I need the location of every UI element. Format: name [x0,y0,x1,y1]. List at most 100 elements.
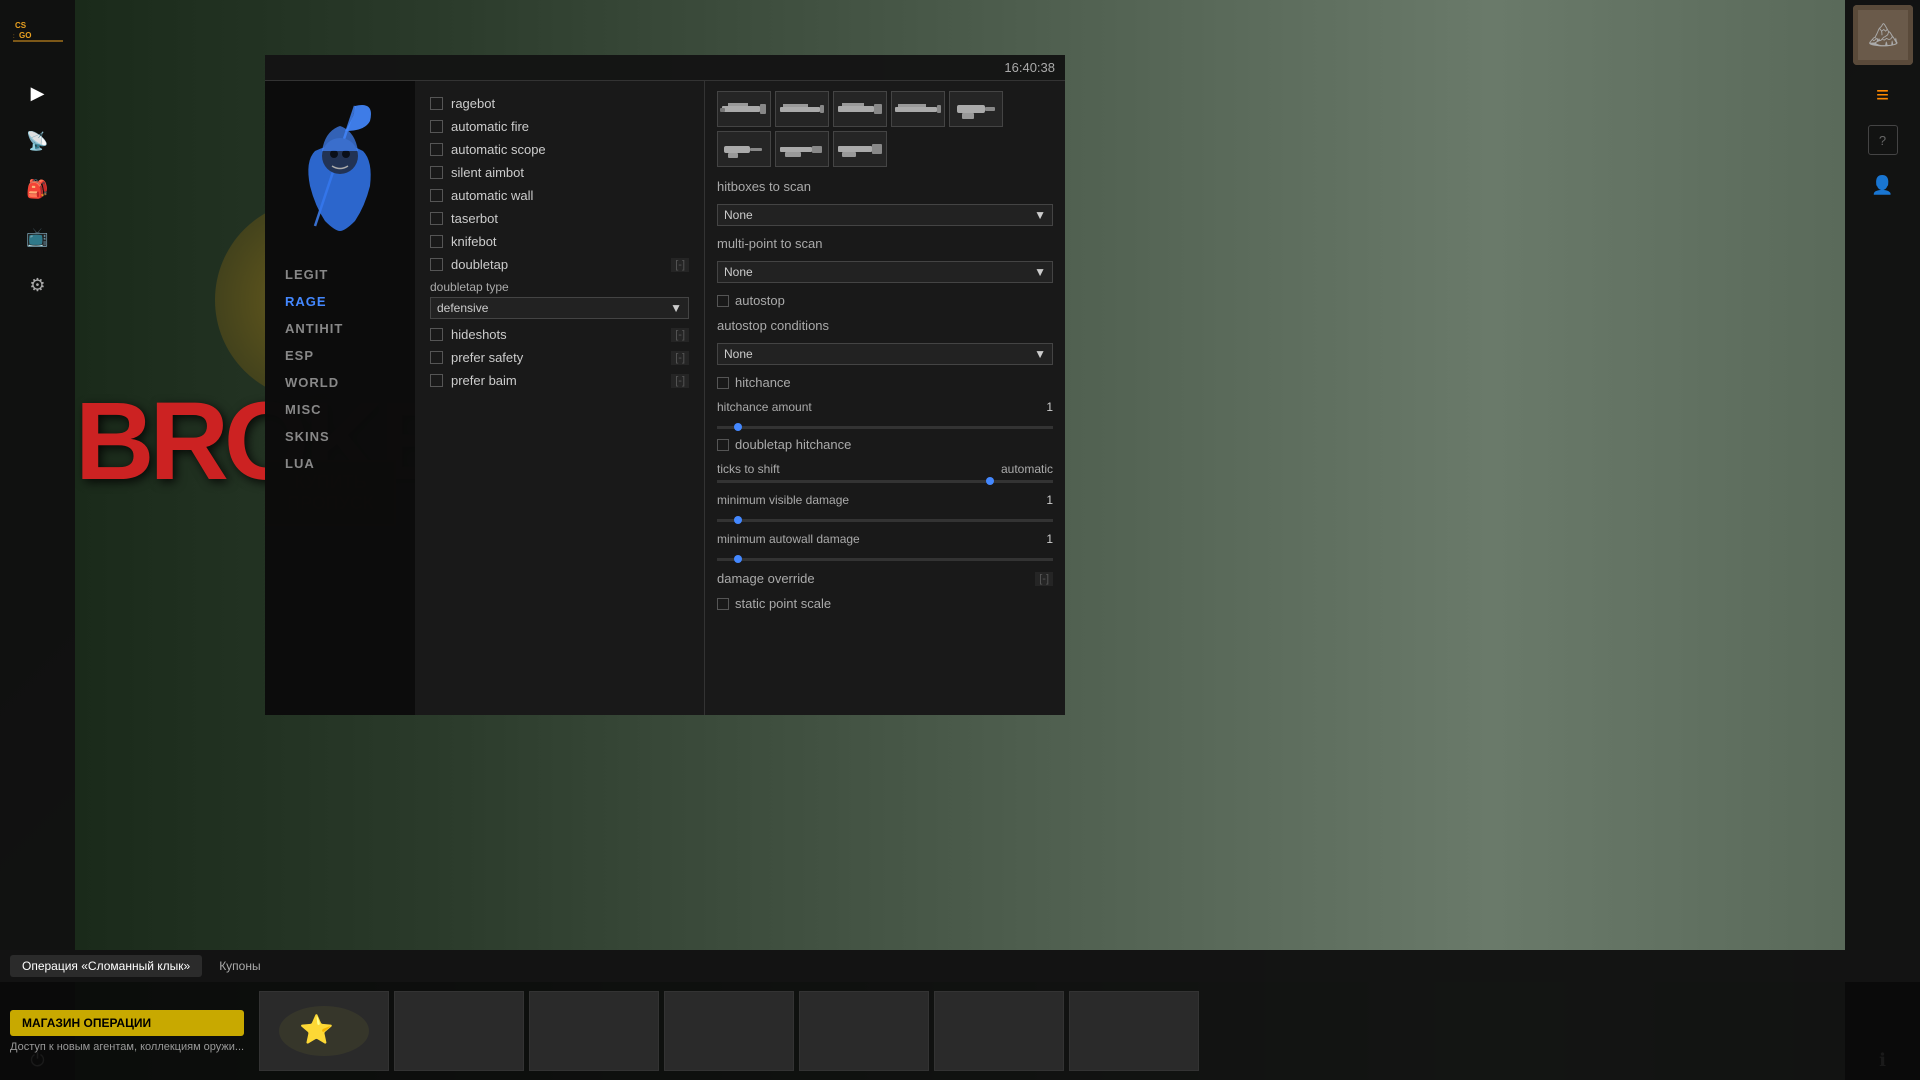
avatar[interactable]: 🏔 [1853,5,1913,65]
svg-text:CS: CS [15,21,27,30]
doubletap-type-select[interactable]: defensive ▼ [430,297,689,319]
ticks-shift-slider[interactable] [717,480,1053,483]
panel-body: LEGIT RAGE ANTIHIT ESP WORLD MISC SKINS … [265,81,1065,715]
weapon-icon-rifle4[interactable] [891,91,945,127]
auto-wall-checkbox[interactable] [430,189,443,202]
weapon-icons-row [717,91,1053,167]
multipoint-scan-dropdown[interactable]: None ▼ [717,261,1053,283]
bottom-content: МАГАЗИН ОПЕРАЦИИ Доступ к новым агентам,… [0,982,1920,1080]
min-aw-slider-thumb[interactable] [734,555,742,563]
min-vis-slider-thumb[interactable] [734,516,742,524]
multipoint-scan-row: multi-point to scan [717,236,1053,251]
bottom-tab-operation[interactable]: Операция «Сломанный клык» [10,955,202,977]
help-icon[interactable]: ? [1868,125,1898,155]
static-point-checkbox[interactable] [717,598,729,610]
hitboxes-scan-label: hitboxes to scan [717,179,1053,194]
weapon-icon-smg1[interactable] [775,131,829,167]
bottom-tab-coupons[interactable]: Купоны [207,955,272,977]
nav-legit[interactable]: LEGIT [275,261,405,288]
tv-icon[interactable]: 📺 [18,217,58,257]
autostop-checkbox[interactable] [717,295,729,307]
knifebot-checkbox[interactable] [430,235,443,248]
ragebot-checkbox[interactable] [430,97,443,110]
bottom-preview-6[interactable] [934,991,1064,1071]
nav-antihit[interactable]: ANTIHIT [275,315,405,342]
weapon-icon-rifle3[interactable] [833,91,887,127]
knifebot-option: knifebot [430,234,689,249]
doubletap-hitchance-row: doubletap hitchance [717,437,1053,452]
nav-world[interactable]: WORLD [275,369,405,396]
min-autowall-damage-label: minimum autowall damage [717,532,1015,546]
weapon-icon-rifle2[interactable] [775,91,829,127]
bottom-preview-5[interactable] [799,991,929,1071]
nav-menu: LEGIT RAGE ANTIHIT ESP WORLD MISC SKINS … [275,261,405,477]
static-point-label: static point scale [735,596,1053,611]
settings-icon[interactable]: ⚙ [18,265,58,305]
min-autowall-damage-slider[interactable] [717,558,1053,561]
weapon-icon-rifle1[interactable] [717,91,771,127]
bottom-tabs: Операция «Сломанный клык» Купоны [0,950,1920,982]
nav-skins[interactable]: SKINS [275,423,405,450]
doubletap-checkbox[interactable] [430,258,443,271]
rank-icon[interactable]: ≡ [1863,75,1903,115]
ticks-slider-thumb[interactable] [986,477,994,485]
profile-icon[interactable]: 👤 [1863,165,1903,205]
nav-rage[interactable]: RAGE [275,288,405,315]
min-visible-damage-slider[interactable] [717,519,1053,522]
prefer-safety-label: prefer safety [451,350,663,365]
silent-aimbot-checkbox[interactable] [430,166,443,179]
taserbot-label: taserbot [451,211,689,226]
hitchance-checkbox[interactable] [717,377,729,389]
prefer-safety-checkbox[interactable] [430,351,443,364]
bottom-preview-1[interactable]: ⭐ [259,991,389,1071]
antenna-icon[interactable]: 📡 [18,121,58,161]
hideshots-hotkey[interactable]: [-] [671,328,689,342]
auto-fire-checkbox[interactable] [430,120,443,133]
hideshots-option: hideshots [-] [430,327,689,342]
ticks-shift-value: automatic [1001,462,1053,476]
bottom-preview-2[interactable] [394,991,524,1071]
bottom-bar: Операция «Сломанный клык» Купоны МАГАЗИН… [0,950,1920,1080]
csgo-logo[interactable]: CS : GO [13,10,63,50]
damage-override-hotkey[interactable]: [-] [1035,572,1053,586]
shop-description: Доступ к новым агентам, коллекциям оружи… [10,1041,244,1053]
doubletap-label: doubletap [451,257,663,272]
nav-lua[interactable]: LUA [275,450,405,477]
multipoint-scan-value: None [724,265,753,279]
hitchance-row: hitchance [717,375,1053,390]
hitchance-slider-thumb[interactable] [734,423,742,431]
hideshots-checkbox[interactable] [430,328,443,341]
nav-esp[interactable]: ESP [275,342,405,369]
taserbot-checkbox[interactable] [430,212,443,225]
prefer-baim-checkbox[interactable] [430,374,443,387]
prefer-baim-label: prefer baim [451,373,663,388]
auto-wall-option: automatic wall [430,188,689,203]
prefer-baim-hotkey[interactable]: [-] [671,374,689,388]
bottom-preview-7[interactable] [1069,991,1199,1071]
doubletap-hotkey[interactable]: [-] [671,258,689,272]
auto-wall-label: automatic wall [451,188,689,203]
autostop-conditions-value: None [724,347,753,361]
shop-button[interactable]: МАГАЗИН ОПЕРАЦИИ [10,1010,244,1036]
doubletap-hitchance-checkbox[interactable] [717,439,729,451]
autostop-conditions-row: autostop conditions [717,318,1053,333]
nav-misc[interactable]: MISC [275,396,405,423]
autostop-conditions-dropdown[interactable]: None ▼ [717,343,1053,365]
weapon-icon-pistol2[interactable] [717,131,771,167]
weapon-icon-pistol1[interactable] [949,91,1003,127]
hitchance-amount-slider[interactable] [717,426,1053,429]
ragebot-label: ragebot [451,96,689,111]
autostop-label: autostop [735,293,1053,308]
auto-scope-checkbox[interactable] [430,143,443,156]
bottom-preview-3[interactable] [529,991,659,1071]
inventory-icon[interactable]: 🎒 [18,169,58,209]
hitchance-amount-value: 1 [1023,400,1053,414]
prefer-safety-hotkey[interactable]: [-] [671,351,689,365]
play-button[interactable]: ▶ [18,73,58,113]
dropdown-arrow: ▼ [670,301,682,315]
knifebot-label: knifebot [451,234,689,249]
weapon-icon-smg2[interactable] [833,131,887,167]
bottom-preview-4[interactable] [664,991,794,1071]
min-visible-damage-label: minimum visible damage [717,493,1015,507]
hitboxes-scan-dropdown[interactable]: None ▼ [717,204,1053,226]
